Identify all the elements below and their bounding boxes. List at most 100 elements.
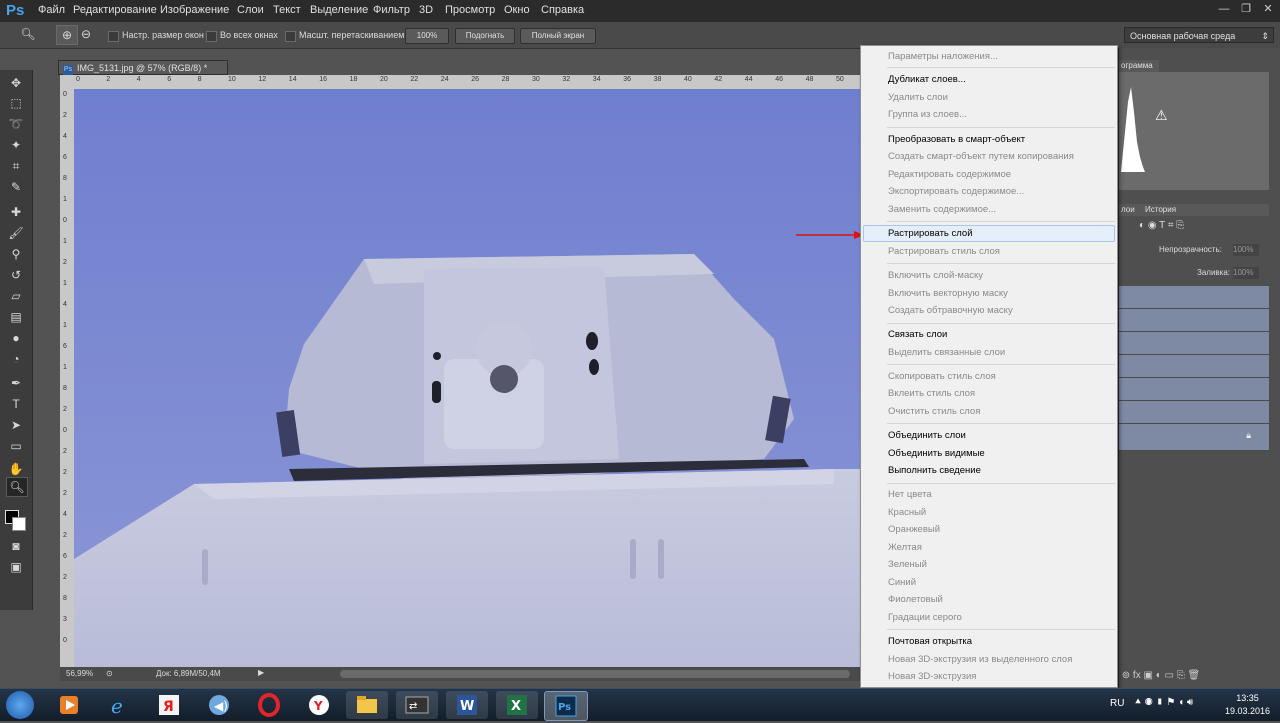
menu-item-create-clipping-mask[interactable]: Создать обтравочную маску bbox=[888, 305, 1013, 316]
lasso-tool-icon[interactable]: ➰ bbox=[6, 115, 26, 133]
healing-brush-icon[interactable]: ✚ bbox=[6, 203, 26, 221]
workspace-select[interactable]: Основная рабочая среда ⇕ bbox=[1124, 27, 1274, 43]
menu-item-new-smart-object-via-copy[interactable]: Создать смарт-объект путем копирования bbox=[888, 151, 1074, 162]
menu-select[interactable]: Выделение bbox=[310, 4, 368, 16]
layer-row[interactable] bbox=[1119, 332, 1269, 355]
restore-icon[interactable]: ❐ bbox=[1236, 2, 1256, 16]
screen-mode-icon[interactable]: ▣ bbox=[6, 558, 26, 576]
menu-item-color-none[interactable]: Нет цвета bbox=[888, 489, 932, 500]
status-menu-arrow-icon[interactable]: ▶ bbox=[258, 668, 264, 677]
menu-item-duplicate-layers[interactable]: Дубликат слоев... bbox=[888, 74, 966, 85]
tray-icons[interactable]: ⯅ ◉ ▮ ⚑ ◖ 🔊︎ bbox=[1134, 697, 1193, 708]
menu-item-blending-options[interactable]: Параметры наложения... bbox=[888, 51, 998, 62]
internet-explorer-icon[interactable]: e bbox=[98, 691, 140, 719]
layer-row[interactable] bbox=[1119, 355, 1269, 378]
path-select-icon[interactable]: ➤ bbox=[6, 416, 26, 434]
menu-3d[interactable]: 3D bbox=[419, 4, 433, 16]
menu-item-enable-vector-mask[interactable]: Включить векторную маску bbox=[888, 288, 1008, 299]
zoom-readout[interactable]: 56,99% bbox=[66, 669, 93, 678]
horizontal-scrollbar[interactable] bbox=[340, 670, 850, 678]
menu-type[interactable]: Текст bbox=[273, 4, 301, 16]
layers-tab-label[interactable]: лои bbox=[1121, 205, 1135, 214]
menu-item-color-violet[interactable]: Фиолетовый bbox=[888, 594, 943, 605]
zoom-100-button[interactable]: 100% bbox=[405, 28, 449, 44]
histogram-tab[interactable]: ограмма bbox=[1119, 60, 1159, 72]
resize-windows-checkbox[interactable] bbox=[108, 31, 119, 42]
gradient-tool-icon[interactable]: ▤ bbox=[6, 308, 26, 326]
menu-item-postcard[interactable]: Почтовая открытка bbox=[888, 636, 972, 647]
menu-edit[interactable]: Редактирование bbox=[73, 4, 157, 16]
eraser-tool-icon[interactable]: ▱ bbox=[6, 287, 26, 305]
start-button[interactable] bbox=[6, 691, 34, 719]
marquee-tool-icon[interactable]: ⬚ bbox=[6, 94, 26, 112]
layer-row[interactable] bbox=[1119, 401, 1269, 424]
yandex-icon[interactable]: Я bbox=[148, 691, 190, 719]
menu-item-convert-to-smart-object[interactable]: Преобразовать в смарт-объект bbox=[888, 134, 1025, 145]
opacity-field[interactable]: 100% bbox=[1233, 244, 1259, 256]
scrubby-zoom-checkbox[interactable] bbox=[285, 31, 296, 42]
blur-tool-icon[interactable]: ● bbox=[6, 329, 26, 347]
crop-tool-icon[interactable]: ⌗ bbox=[6, 157, 26, 175]
menu-item-rasterize-layer-style[interactable]: Растрировать стиль слоя bbox=[888, 246, 1000, 257]
layer-filter-icons[interactable]: ◐ ◉ T ⌗ ⎘ bbox=[1139, 220, 1184, 231]
language-indicator[interactable]: RU bbox=[1110, 698, 1124, 709]
utility-app-icon[interactable]: ⇄ bbox=[396, 691, 438, 719]
audio-app-icon[interactable]: ◀) bbox=[198, 691, 240, 719]
media-player-icon[interactable] bbox=[48, 691, 90, 719]
layers-footer-icons[interactable]: ⊚ fx ▣ ◐ ▭ ⎘ 🗑︎ bbox=[1119, 670, 1269, 686]
menu-item-color-red[interactable]: Красный bbox=[888, 507, 926, 518]
type-tool-icon[interactable]: T bbox=[6, 395, 26, 413]
document-canvas[interactable] bbox=[74, 89, 864, 667]
menu-item-clear-layer-style[interactable]: Очистить стиль слоя bbox=[888, 406, 980, 417]
close-icon[interactable]: ✕ bbox=[1258, 2, 1278, 16]
menu-item-group-from-layers[interactable]: Группа из слоев... bbox=[888, 109, 967, 120]
word-icon[interactable]: W bbox=[446, 691, 488, 719]
menu-item-merge-visible[interactable]: Объединить видимые bbox=[888, 448, 985, 459]
magic-wand-icon[interactable]: ✦ bbox=[6, 136, 26, 154]
fit-screen-button[interactable]: Подогнать bbox=[455, 28, 515, 44]
menu-item-color-yellow[interactable]: Желтая bbox=[888, 542, 922, 553]
menu-image[interactable]: Изображение bbox=[160, 4, 229, 16]
clone-stamp-icon[interactable]: ⚲ bbox=[6, 245, 26, 263]
taskbar-clock[interactable]: 13:35 19.03.2016 bbox=[1225, 692, 1270, 718]
menu-item-3d-extrusion-from-layer[interactable]: Новая 3D-экструзия из выделенного слоя bbox=[888, 654, 1072, 665]
menu-item-delete-layers[interactable]: Удалить слои bbox=[888, 92, 948, 103]
quick-mask-icon[interactable]: ◙ bbox=[6, 537, 26, 555]
menu-item-rasterize-layer[interactable]: Растрировать слой bbox=[888, 228, 973, 239]
shape-tool-icon[interactable]: ▭ bbox=[6, 437, 26, 455]
eyedropper-icon[interactable]: ✎ bbox=[6, 178, 26, 196]
history-tab-label[interactable]: История bbox=[1145, 205, 1176, 214]
menu-filter[interactable]: Фильтр bbox=[373, 4, 410, 16]
menu-item-export-contents[interactable]: Экспортировать содержимое... bbox=[888, 186, 1024, 197]
menu-item-copy-layer-style[interactable]: Скопировать стиль слоя bbox=[888, 371, 996, 382]
menu-file[interactable]: Файл bbox=[38, 4, 65, 16]
menu-item-color-blue[interactable]: Синий bbox=[888, 577, 916, 588]
zoom-tool-icon[interactable]: 🔍︎ bbox=[6, 477, 28, 497]
menu-item-edit-contents[interactable]: Редактировать содержимое bbox=[888, 169, 1011, 180]
zoom-in-icon[interactable]: ⊕ bbox=[56, 25, 78, 45]
menu-item-replace-contents[interactable]: Заменить содержимое... bbox=[888, 204, 996, 215]
minimize-icon[interactable]: — bbox=[1214, 2, 1234, 16]
menu-item-flatten-image[interactable]: Выполнить сведение bbox=[888, 465, 981, 476]
yandex-browser-icon[interactable]: Y bbox=[298, 691, 340, 719]
brush-tool-icon[interactable]: 🖌︎ bbox=[6, 224, 26, 242]
pen-tool-icon[interactable]: ✒ bbox=[6, 374, 26, 392]
layer-row[interactable] bbox=[1119, 378, 1269, 401]
excel-icon[interactable]: X bbox=[496, 691, 538, 719]
all-windows-checkbox[interactable] bbox=[206, 31, 217, 42]
zoom-preview-icon[interactable]: ⊙ bbox=[106, 669, 113, 678]
layer-row-background[interactable]: 🔒︎ bbox=[1119, 424, 1269, 451]
menu-item-paste-layer-style[interactable]: Вклеить стиль слоя bbox=[888, 388, 975, 399]
explorer-icon[interactable] bbox=[346, 691, 388, 719]
zoom-tool-icon[interactable]: 🔍︎ bbox=[18, 25, 38, 43]
menu-item-color-orange[interactable]: Оранжевый bbox=[888, 524, 940, 535]
zoom-out-icon[interactable]: ⊖ bbox=[76, 25, 96, 43]
menu-item-link-layers[interactable]: Связать слои bbox=[888, 329, 947, 340]
menu-help[interactable]: Справка bbox=[541, 4, 584, 16]
menu-window[interactable]: Окно bbox=[504, 4, 530, 16]
photoshop-taskbar-icon[interactable]: Ps bbox=[544, 691, 588, 721]
move-tool-icon[interactable]: ✥ bbox=[6, 74, 26, 92]
document-tab[interactable]: Ps IMG_5131.jpg @ 57% (RGB/8) * bbox=[58, 60, 228, 75]
menu-item-3d-extrusion[interactable]: Новая 3D-экструзия bbox=[888, 671, 976, 682]
hand-tool-icon[interactable]: ✋ bbox=[6, 460, 26, 478]
